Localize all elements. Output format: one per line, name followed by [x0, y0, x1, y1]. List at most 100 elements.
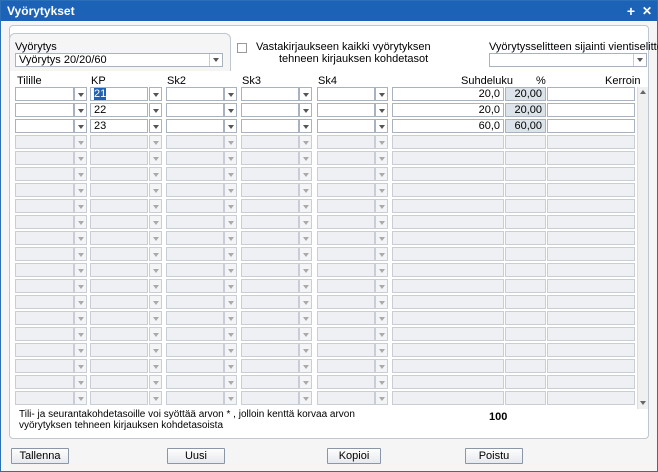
- chevron-down-icon[interactable]: [224, 199, 237, 213]
- chevron-down-icon[interactable]: [299, 279, 312, 293]
- chevron-down-icon[interactable]: [299, 151, 312, 165]
- cell-suhdeluku[interactable]: [392, 279, 504, 293]
- chevron-down-icon[interactable]: [74, 119, 87, 133]
- cell-sk2[interactable]: [166, 359, 224, 373]
- chevron-down-icon[interactable]: [375, 343, 388, 357]
- cell-sk2[interactable]: [166, 311, 224, 325]
- cell-suhdeluku[interactable]: [392, 199, 504, 213]
- cell-sk3[interactable]: [241, 231, 299, 245]
- cell-kerroin[interactable]: [547, 135, 635, 149]
- chevron-down-icon[interactable]: [74, 87, 87, 101]
- cell-sk4[interactable]: [317, 103, 375, 117]
- cell-suhdeluku[interactable]: [392, 151, 504, 165]
- cell-sk2[interactable]: [166, 151, 224, 165]
- cell-sk2[interactable]: [166, 183, 224, 197]
- chevron-down-icon[interactable]: [375, 391, 388, 405]
- cell-suhdeluku[interactable]: [392, 231, 504, 245]
- selite-select[interactable]: [489, 53, 647, 67]
- cell-tilille[interactable]: [15, 311, 74, 325]
- chevron-down-icon[interactable]: [224, 151, 237, 165]
- new-button[interactable]: Uusi: [167, 448, 225, 464]
- cell-suhdeluku[interactable]: [392, 327, 504, 341]
- cell-kp[interactable]: [90, 311, 148, 325]
- cell-sk2[interactable]: [166, 215, 224, 229]
- cell-sk2[interactable]: [166, 135, 224, 149]
- chevron-down-icon[interactable]: [375, 135, 388, 149]
- chevron-down-icon[interactable]: [375, 215, 388, 229]
- cell-kerroin[interactable]: [547, 119, 635, 133]
- chevron-down-icon[interactable]: [375, 327, 388, 341]
- chevron-down-icon[interactable]: [74, 343, 87, 357]
- cell-kp[interactable]: [90, 183, 148, 197]
- cell-tilille[interactable]: [15, 167, 74, 181]
- scroll-down-icon[interactable]: [639, 399, 647, 407]
- chevron-down-icon[interactable]: [149, 295, 162, 309]
- cell-sk2[interactable]: [166, 103, 224, 117]
- cell-suhdeluku[interactable]: [392, 183, 504, 197]
- chevron-down-icon[interactable]: [149, 343, 162, 357]
- cell-kerroin[interactable]: [547, 247, 635, 261]
- cell-tilille[interactable]: [15, 103, 74, 117]
- cell-sk4[interactable]: [317, 359, 375, 373]
- chevron-down-icon[interactable]: [149, 279, 162, 293]
- chevron-down-icon[interactable]: [375, 359, 388, 373]
- chevron-down-icon[interactable]: [375, 263, 388, 277]
- cell-sk2[interactable]: [166, 295, 224, 309]
- chevron-down-icon[interactable]: [375, 87, 388, 101]
- chevron-down-icon[interactable]: [299, 247, 312, 261]
- cell-kerroin[interactable]: [547, 87, 635, 101]
- delete-button[interactable]: Poistu: [465, 448, 523, 464]
- cell-tilille[interactable]: [15, 135, 74, 149]
- cell-suhdeluku[interactable]: [392, 375, 504, 389]
- cell-suhdeluku[interactable]: [392, 343, 504, 357]
- save-button[interactable]: Tallenna: [11, 448, 69, 464]
- cell-kp[interactable]: [90, 135, 148, 149]
- cell-sk4[interactable]: [317, 327, 375, 341]
- cell-sk2[interactable]: [166, 87, 224, 101]
- cell-sk4[interactable]: [317, 135, 375, 149]
- chevron-down-icon[interactable]: [74, 263, 87, 277]
- chevron-down-icon[interactable]: [149, 119, 162, 133]
- copy-button[interactable]: Kopioi: [327, 448, 381, 464]
- chevron-down-icon[interactable]: [224, 215, 237, 229]
- chevron-down-icon[interactable]: [299, 375, 312, 389]
- chevron-down-icon[interactable]: [149, 103, 162, 117]
- cell-kp[interactable]: [90, 375, 148, 389]
- vastakirjaus-checkbox[interactable]: [237, 43, 247, 53]
- cell-sk4[interactable]: [317, 295, 375, 309]
- add-icon[interactable]: +: [623, 2, 639, 20]
- chevron-down-icon[interactable]: [74, 327, 87, 341]
- chevron-down-icon[interactable]: [299, 327, 312, 341]
- chevron-down-icon[interactable]: [74, 231, 87, 245]
- cell-tilille[interactable]: [15, 231, 74, 245]
- chevron-down-icon[interactable]: [224, 135, 237, 149]
- chevron-down-icon[interactable]: [224, 247, 237, 261]
- cell-sk3[interactable]: [241, 151, 299, 165]
- cell-sk2[interactable]: [166, 343, 224, 357]
- cell-kerroin[interactable]: [547, 231, 635, 245]
- chevron-down-icon[interactable]: [375, 199, 388, 213]
- cell-sk3[interactable]: [241, 375, 299, 389]
- cell-sk4[interactable]: [317, 87, 375, 101]
- chevron-down-icon[interactable]: [375, 183, 388, 197]
- cell-tilille[interactable]: [15, 151, 74, 165]
- chevron-down-icon[interactable]: [224, 311, 237, 325]
- cell-sk4[interactable]: [317, 375, 375, 389]
- cell-sk3[interactable]: [241, 215, 299, 229]
- cell-tilille[interactable]: [15, 391, 74, 405]
- chevron-down-icon[interactable]: [224, 87, 237, 101]
- cell-tilille[interactable]: [15, 183, 74, 197]
- cell-suhdeluku[interactable]: [392, 359, 504, 373]
- chevron-down-icon[interactable]: [224, 295, 237, 309]
- chevron-down-icon[interactable]: [149, 199, 162, 213]
- cell-suhdeluku[interactable]: [392, 391, 504, 405]
- cell-tilille[interactable]: [15, 263, 74, 277]
- cell-kp[interactable]: [90, 231, 148, 245]
- cell-sk2[interactable]: [166, 375, 224, 389]
- cell-kerroin[interactable]: [547, 103, 635, 117]
- cell-sk4[interactable]: [317, 279, 375, 293]
- chevron-down-icon[interactable]: [375, 167, 388, 181]
- chevron-down-icon[interactable]: [375, 375, 388, 389]
- cell-sk3[interactable]: [241, 247, 299, 261]
- chevron-down-icon[interactable]: [299, 199, 312, 213]
